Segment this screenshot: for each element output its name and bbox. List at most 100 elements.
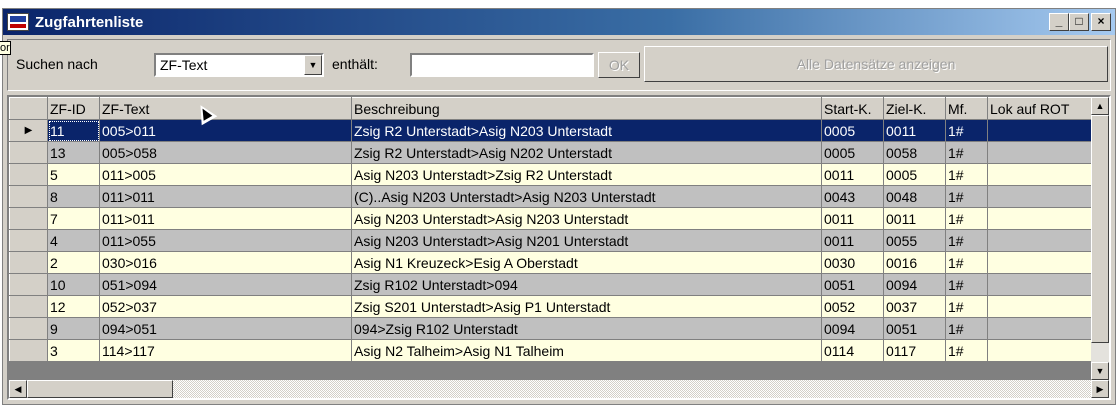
table-cell[interactable]: 1# xyxy=(945,141,988,164)
table-cell[interactable]: 0005 xyxy=(821,141,884,164)
table-cell[interactable]: 1# xyxy=(945,119,988,142)
table-cell[interactable]: 1# xyxy=(945,163,988,186)
table-cell[interactable] xyxy=(987,273,1096,296)
table-cell[interactable]: 1# xyxy=(945,229,988,252)
table-cell[interactable]: 0016 xyxy=(883,251,946,274)
table-cell[interactable]: 0011 xyxy=(821,229,884,252)
table-cell[interactable]: 0114 xyxy=(821,339,884,362)
table-row[interactable]: 3 114>117 Asig N2 Talheim>Asig N1 Talheim 0… xyxy=(9,339,1096,362)
table-cell[interactable]: Zsig R2 Unterstadt>Asig N202 Unterstadt xyxy=(351,141,822,164)
row-indicator[interactable] xyxy=(9,185,48,208)
table-row[interactable]: 13 005>058 Zsig R2 Unterstadt>Asig N202 Un… xyxy=(9,141,1096,164)
app-icon[interactable] xyxy=(7,13,29,31)
column-header[interactable]: Lok auf ROT xyxy=(987,97,1096,120)
table-cell[interactable]: 0051 xyxy=(821,273,884,296)
table-cell[interactable]: 1# xyxy=(945,317,988,340)
vertical-scroll-thumb[interactable] xyxy=(1091,115,1109,343)
search-input[interactable] xyxy=(410,53,594,77)
table-cell[interactable]: 011>055 xyxy=(99,229,352,252)
row-indicator[interactable] xyxy=(9,229,48,252)
table-cell[interactable]: 011>005 xyxy=(99,163,352,186)
table-cell[interactable]: 094>051 xyxy=(99,317,352,340)
table-cell[interactable]: 052>037 xyxy=(99,295,352,318)
horizontal-scroll-thumb[interactable] xyxy=(27,380,173,398)
trip-list-grid[interactable]: ZF-ID ZF-Text Beschreibung Start-K. Ziel… xyxy=(7,95,1111,400)
column-header[interactable]: ZF-ID xyxy=(47,97,100,120)
row-indicator[interactable] xyxy=(9,295,48,318)
table-row[interactable]: 2 030>016 Asig N1 Kreuzeck>Esig A Oberstad… xyxy=(9,251,1096,274)
table-cell[interactable]: 8 xyxy=(47,185,100,208)
table-cell[interactable] xyxy=(987,317,1096,340)
row-indicator[interactable] xyxy=(9,163,48,186)
close-button[interactable]: × xyxy=(1091,13,1111,31)
table-cell[interactable] xyxy=(987,185,1096,208)
minimize-button[interactable]: _ xyxy=(1049,13,1069,31)
table-cell[interactable]: 10 xyxy=(47,273,100,296)
table-cell[interactable]: 1# xyxy=(945,339,988,362)
table-cell[interactable] xyxy=(987,141,1096,164)
row-indicator[interactable] xyxy=(9,207,48,230)
table-cell[interactable]: 11 xyxy=(47,119,100,142)
table-cell[interactable]: 12 xyxy=(47,295,100,318)
table-row[interactable]: 9 094>051 094>Zsig R102 Unterstadt 0094 0051… xyxy=(9,317,1096,340)
table-cell[interactable]: 1# xyxy=(945,251,988,274)
ok-button[interactable]: OK xyxy=(598,52,640,78)
table-cell[interactable] xyxy=(987,251,1096,274)
table-cell[interactable]: 0011 xyxy=(883,119,946,142)
table-cell[interactable]: 0048 xyxy=(883,185,946,208)
table-cell[interactable] xyxy=(987,207,1096,230)
table-cell[interactable]: 0011 xyxy=(821,163,884,186)
table-cell[interactable]: Zsig R2 Unterstadt>Asig N203 Unterstadt xyxy=(351,119,822,142)
table-cell[interactable]: 2 xyxy=(47,251,100,274)
table-cell[interactable]: 114>117 xyxy=(99,339,352,362)
table-cell[interactable]: 0011 xyxy=(821,207,884,230)
table-cell[interactable]: 005>058 xyxy=(99,141,352,164)
table-cell[interactable]: Asig N2 Talheim>Asig N1 Talheim xyxy=(351,339,822,362)
chevron-down-icon[interactable]: ▼ xyxy=(304,55,322,75)
table-cell[interactable]: Asig N203 Unterstadt>Asig N201 Unterstad… xyxy=(351,229,822,252)
table-cell[interactable]: 011>011 xyxy=(99,185,352,208)
table-cell[interactable]: 0058 xyxy=(883,141,946,164)
table-cell[interactable] xyxy=(987,229,1096,252)
table-cell[interactable]: 7 xyxy=(47,207,100,230)
table-cell[interactable]: 030>016 xyxy=(99,251,352,274)
title-bar[interactable]: Zugfahrtenliste _ □ × xyxy=(3,9,1115,35)
vertical-scrollbar[interactable]: ▲ ▼ xyxy=(1091,97,1109,380)
table-cell[interactable]: 011>011 xyxy=(99,207,352,230)
search-field-select[interactable]: ZF-Text ▼ xyxy=(154,53,324,77)
scroll-right-icon[interactable]: ▶ xyxy=(1091,380,1109,398)
table-row[interactable]: ▶ 11 005>011 Zsig R2 Unterstadt>Asig N203 U… xyxy=(9,119,1096,142)
table-cell[interactable]: 3 xyxy=(47,339,100,362)
scroll-up-icon[interactable]: ▲ xyxy=(1091,97,1109,115)
table-cell[interactable]: Asig N203 Unterstadt>Asig N203 Unterstad… xyxy=(351,207,822,230)
table-cell[interactable]: 0011 xyxy=(883,207,946,230)
table-cell[interactable] xyxy=(987,163,1096,186)
show-all-records-button[interactable]: Alle Datensätze anzeigen xyxy=(644,46,1108,82)
table-cell[interactable]: (C)..Asig N203 Unterstadt>Asig N203 Unte… xyxy=(351,185,822,208)
row-indicator[interactable] xyxy=(9,339,48,362)
table-cell[interactable] xyxy=(987,295,1096,318)
scroll-down-icon[interactable]: ▼ xyxy=(1091,362,1109,380)
maximize-button[interactable]: □ xyxy=(1069,13,1089,31)
table-cell[interactable]: 4 xyxy=(47,229,100,252)
table-cell[interactable]: 0055 xyxy=(883,229,946,252)
table-cell[interactable]: 0052 xyxy=(821,295,884,318)
table-row[interactable]: 8 011>011 (C)..Asig N203 Unterstadt>Asig N… xyxy=(9,185,1096,208)
table-row[interactable]: 4 011>055 Asig N203 Unterstadt>Asig N201 U… xyxy=(9,229,1096,252)
table-cell[interactable]: 1# xyxy=(945,295,988,318)
table-cell[interactable]: 0051 xyxy=(883,317,946,340)
table-cell[interactable]: 0117 xyxy=(883,339,946,362)
table-cell[interactable] xyxy=(987,339,1096,362)
column-header[interactable]: Start-K. xyxy=(821,97,884,120)
table-cell[interactable]: 051>094 xyxy=(99,273,352,296)
table-cell[interactable]: Zsig R102 Unterstadt>094 xyxy=(351,273,822,296)
table-cell[interactable]: 1# xyxy=(945,273,988,296)
horizontal-scrollbar[interactable]: ◀ ▶ xyxy=(9,380,1109,398)
table-cell[interactable]: 005>011 xyxy=(99,119,352,142)
column-header[interactable]: Beschreibung xyxy=(351,97,822,120)
table-cell[interactable] xyxy=(987,119,1096,142)
table-row[interactable]: 10 051>094 Zsig R102 Unterstadt>094 0051 009… xyxy=(9,273,1096,296)
row-indicator[interactable] xyxy=(9,317,48,340)
row-indicator[interactable] xyxy=(9,251,48,274)
table-cell[interactable]: 9 xyxy=(47,317,100,340)
